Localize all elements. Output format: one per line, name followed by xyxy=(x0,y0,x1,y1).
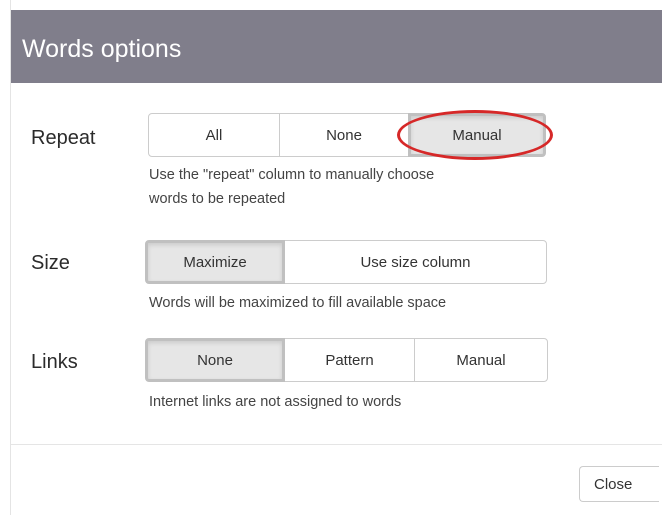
size-help-text: Words will be maximized to fill availabl… xyxy=(149,295,447,311)
size-label: Size xyxy=(31,252,70,274)
size-segmented-control: Maximize Use size column xyxy=(145,240,547,284)
repeat-option-all[interactable]: All xyxy=(148,113,280,157)
repeat-segmented-control: All None Manual xyxy=(148,113,546,157)
close-button[interactable]: Close xyxy=(579,466,659,502)
repeat-option-manual[interactable]: Manual xyxy=(408,113,546,157)
repeat-option-none[interactable]: None xyxy=(279,113,409,157)
repeat-help-text-line2: words to be repeated xyxy=(149,191,286,207)
links-label: Links xyxy=(31,351,78,373)
repeat-label: Repeat xyxy=(31,127,96,149)
links-option-pattern[interactable]: Pattern xyxy=(284,338,415,382)
links-option-none[interactable]: None xyxy=(145,338,285,382)
size-option-maximize[interactable]: Maximize xyxy=(145,240,285,284)
links-option-manual[interactable]: Manual xyxy=(414,338,548,382)
dialog-title: Words options xyxy=(22,35,182,63)
dialog-header: Words options xyxy=(11,10,662,83)
size-option-use-size-column[interactable]: Use size column xyxy=(284,240,547,284)
links-help-text: Internet links are not assigned to words xyxy=(149,394,402,410)
links-segmented-control: None Pattern Manual xyxy=(145,338,548,382)
repeat-help-text: Use the "repeat" column to manually choo… xyxy=(149,167,435,183)
words-options-dialog: Words options Repeat All None Manual Use… xyxy=(10,0,662,515)
footer-divider xyxy=(11,444,662,445)
